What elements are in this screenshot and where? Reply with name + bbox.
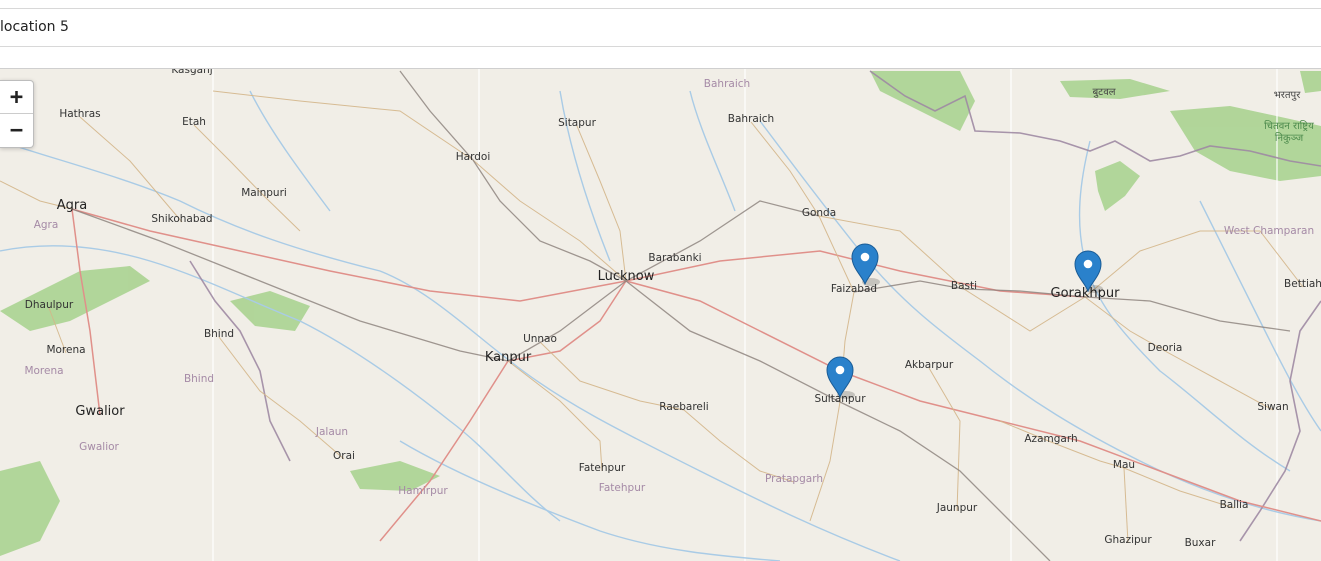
town-label-bhind: Bhind <box>204 328 234 340</box>
town-label-akbarpur: Akbarpur <box>905 359 954 371</box>
city-label-lucknow: Lucknow <box>598 269 655 284</box>
marker-dot <box>1083 259 1093 269</box>
place-label-: भरतपुर <box>1274 90 1302 101</box>
town-label-buxar: Buxar <box>1185 537 1217 549</box>
town-label-morena: Morena <box>46 344 85 356</box>
zoom-out-button[interactable]: − <box>0 114 33 147</box>
district-label-hamirpur: Hamirpur <box>398 485 448 497</box>
district-label-fatehpur: Fatehpur <box>599 482 646 494</box>
town-label-azamgarh: Azamgarh <box>1024 433 1077 445</box>
town-label-deoria: Deoria <box>1148 342 1183 354</box>
town-label-kasganj: Kasganj <box>171 69 212 76</box>
district-label-morena: Morena <box>24 365 63 377</box>
location-field[interactable]: location 5 <box>0 9 1321 47</box>
town-label-unnao: Unnao <box>523 333 557 345</box>
town-label-sitapur: Sitapur <box>558 117 596 129</box>
city-label-kanpur: Kanpur <box>485 350 532 365</box>
town-label-hathras: Hathras <box>59 108 100 120</box>
district-label-gwalior: Gwalior <box>79 441 119 453</box>
forest-areas <box>0 71 1321 556</box>
location-field-value: location 5 <box>0 19 69 35</box>
district-labels: Bahraich Agra West Champaran Morena Bhind Jal… <box>24 78 1314 497</box>
town-label-dhaulpur: Dhaulpur <box>25 299 74 311</box>
district-label-west-champaran: West Champaran <box>1224 225 1314 237</box>
city-label-agra: Agra <box>57 198 87 213</box>
major-city-labels: AgraLucknowKanpurGwaliorGorakhpur <box>57 198 1120 419</box>
town-label-ballia: Ballia <box>1220 499 1249 511</box>
town-label-mau: Mau <box>1113 459 1135 471</box>
park-label-: निकुञ्ज <box>1275 132 1304 144</box>
town-label-etah: Etah <box>182 116 206 128</box>
town-label-mainpuri: Mainpuri <box>241 187 287 199</box>
district-label-jalaun: Jalaun <box>315 426 348 438</box>
town-label-bahraich: Bahraich <box>728 113 774 125</box>
top-bar <box>0 0 1321 9</box>
map-marker-faizabad[interactable] <box>851 243 880 286</box>
district-label-bhind: Bhind <box>184 373 214 385</box>
zoom-in-button[interactable]: + <box>0 81 33 114</box>
town-label-fatehpur: Fatehpur <box>579 462 626 474</box>
zoom-control: + − <box>0 80 34 148</box>
marker-pin-icon[interactable] <box>826 356 854 399</box>
marker-dot <box>860 252 870 262</box>
town-label-basti: Basti <box>951 280 977 292</box>
map-canvas[interactable]: Agra Lucknow Kanpur Gwalior Gorakhpur Hathra… <box>0 68 1321 561</box>
minor-city-labels: Hathras Etah Kasganj Sitapur Hardoi Bahraich M… <box>25 69 1321 549</box>
town-label-shikohabad: Shikohabad <box>151 213 212 225</box>
marker-pin-icon[interactable] <box>851 243 879 286</box>
secondary-roads <box>0 90 1304 544</box>
town-label-bettiah: Bettiah <box>1284 278 1321 290</box>
town-label-orai: Orai <box>333 450 355 462</box>
marker-pin-icon[interactable] <box>1074 250 1102 293</box>
district-label-agra: Agra <box>34 219 59 231</box>
town-label-barabanki: Barabanki <box>648 252 701 264</box>
town-label-hardoi: Hardoi <box>456 151 490 163</box>
park-label-: चितवन राष्ट्रिय <box>1264 120 1314 132</box>
district-label-bahraich: Bahraich <box>704 78 750 90</box>
town-label-siwan: Siwan <box>1257 401 1288 413</box>
town-label-jaunpur: Jaunpur <box>936 502 978 514</box>
place-label-: बुटवल <box>1092 87 1115 98</box>
markers[interactable] <box>826 243 1103 399</box>
town-label-ghazipur: Ghazipur <box>1104 534 1152 546</box>
city-label-gwalior: Gwalior <box>75 404 125 419</box>
town-label-raebareli: Raebareli <box>659 401 708 413</box>
map-layer[interactable]: AgraLucknowKanpurGwaliorGorakhpur Hathra… <box>0 69 1321 561</box>
district-label-pratapgarh: Pratapgarh <box>765 473 823 485</box>
marker-dot <box>835 365 845 375</box>
town-label-gonda: Gonda <box>802 207 836 219</box>
